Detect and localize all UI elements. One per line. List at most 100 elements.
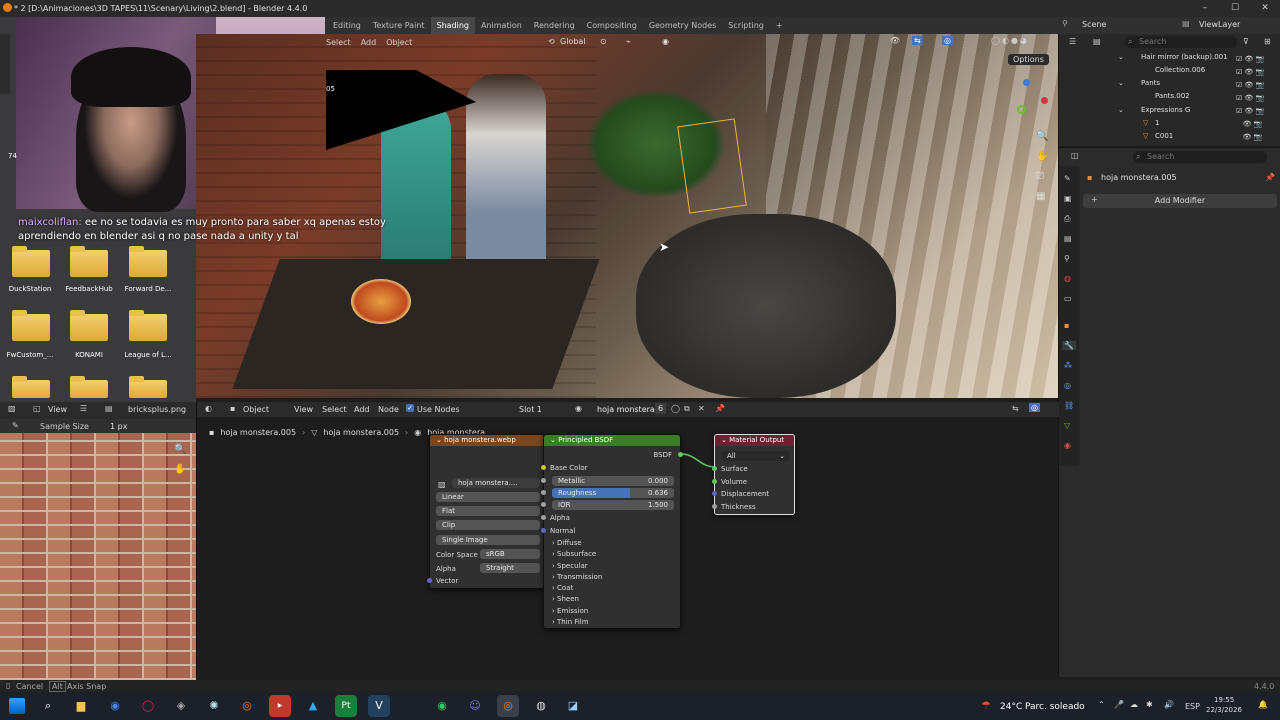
folder-icon[interactable] <box>12 246 50 277</box>
minimize-button[interactable]: – <box>1190 0 1220 17</box>
blender-active-icon[interactable]: ◎ <box>497 695 519 717</box>
particles-tab-icon[interactable]: ⁂ <box>1064 361 1072 370</box>
tab-geometry-nodes[interactable]: Geometry Nodes <box>643 17 722 34</box>
clock-date[interactable]: 22/3/2026 <box>1206 706 1242 714</box>
folder-icon[interactable] <box>129 246 167 277</box>
tab-editing[interactable]: Editing <box>327 17 367 34</box>
output-target-dropdown[interactable]: All ⌄ <box>721 451 789 461</box>
material-output-node[interactable]: ⌄ Material Output All ⌄ Surface Volume Di… <box>712 434 795 515</box>
alpha-socket[interactable] <box>541 515 546 520</box>
snap-icon[interactable]: ⌁ <box>626 37 631 46</box>
onedrive-icon[interactable]: ☁ <box>1130 700 1138 709</box>
tab-animation[interactable]: Animation <box>475 17 528 34</box>
outliner-visibility-toggles[interactable]: ☑ 👁 📷 ☑ 👁 📷 ☑ 👁 📷 ☑ 👁 📷 ☑ 👁 📷 👁 📷 👁 📷 <box>1236 53 1276 143</box>
image-node-header[interactable]: ⌄ hoja monstera.webp <box>430 435 544 446</box>
close-button[interactable]: ✕ <box>1250 0 1280 17</box>
menu-icon[interactable]: ☰ <box>80 404 87 413</box>
maximize-button[interactable]: ☐ <box>1220 0 1250 17</box>
panel-emission[interactable]: › Emission <box>552 607 588 615</box>
projection-dropdown[interactable]: Flat <box>436 506 540 516</box>
modifier-tab-icon[interactable]: 🔧 <box>1062 341 1076 350</box>
ior-socket[interactable] <box>541 502 546 507</box>
weather-temp[interactable]: 24°C <box>1000 702 1022 712</box>
panel-thin-film[interactable]: › Thin Film <box>552 618 589 626</box>
expand-arrow-icon[interactable]: ⌄ <box>1118 53 1124 61</box>
clock-time[interactable]: 19:55 <box>1214 696 1234 704</box>
alpha-mode-dropdown[interactable]: Straight <box>480 563 540 573</box>
folder-icon[interactable] <box>70 376 108 398</box>
base-color-socket[interactable] <box>541 465 546 470</box>
bsdf-node-header[interactable]: ⌄ Principled BSDF <box>544 435 680 446</box>
zoom-icon[interactable]: 🔍 <box>1036 131 1048 142</box>
selected-leaf-outline[interactable] <box>677 118 747 214</box>
desktop-folder-label[interactable]: Forward De... <box>113 285 183 293</box>
outliner-display-icon[interactable]: ▤ <box>1093 37 1101 46</box>
node-overlay-icon[interactable]: ◎ <box>1029 403 1040 412</box>
scene-tab-icon[interactable]: ⚲ <box>1064 254 1070 263</box>
node-view-menu[interactable]: View <box>294 405 313 414</box>
metallic-socket[interactable] <box>541 478 546 483</box>
color-space-dropdown[interactable]: sRGB <box>480 549 540 559</box>
material-tab-icon[interactable]: ◉ <box>1064 441 1071 450</box>
panel-specular[interactable]: › Specular <box>552 562 588 570</box>
gizmo-toggle-icon[interactable]: ⇆ <box>912 36 923 45</box>
y-axis-icon[interactable] <box>1017 105 1026 114</box>
pin-icon[interactable]: 📌 <box>715 404 725 413</box>
outliner-editor-icon[interactable]: ☰ <box>1069 37 1076 46</box>
search-icon[interactable]: ⌕ <box>37 695 59 717</box>
chrome-icon[interactable]: ◉ <box>104 695 126 717</box>
visual-studio-icon[interactable]: V <box>368 695 390 717</box>
duplicate-material-icon[interactable]: ⧉ <box>684 404 690 414</box>
file-explorer-icon[interactable]: ▆ <box>70 695 92 717</box>
image-datablock-field[interactable]: hoja monstera.... <box>452 478 540 488</box>
photoshop-icon[interactable]: ▲ <box>302 695 324 717</box>
outliner-row[interactable]: Expressions G <box>1141 106 1190 114</box>
overlay-toggle-icon[interactable]: ◎ <box>942 36 953 45</box>
filter-icon[interactable]: ⊽ <box>1243 37 1249 46</box>
pan-hand-icon[interactable]: ✋ <box>174 464 186 475</box>
shader-editor-icon[interactable]: ◐ <box>205 404 212 413</box>
app-icon[interactable]: ✺ <box>203 695 225 717</box>
tab-compositing[interactable]: Compositing <box>581 17 643 34</box>
pan-hand-icon[interactable]: ✋ <box>1036 151 1048 162</box>
tool-tab-icon[interactable]: ✎ <box>1064 174 1071 183</box>
outliner-row[interactable]: Pants.002 <box>1155 92 1190 100</box>
properties-editor-icon[interactable]: ◫ <box>1071 151 1079 160</box>
speaker-icon[interactable]: 🔊 <box>1164 700 1174 709</box>
tab-texture-paint[interactable]: Texture Paint <box>367 17 431 34</box>
material-name[interactable]: hoja monstera <box>597 405 655 414</box>
node-gizmo-icon[interactable]: ⇆ <box>1012 404 1019 413</box>
image-browse-icon[interactable]: ▨ <box>438 480 446 489</box>
navigation-gizmo[interactable] <box>1001 79 1051 129</box>
shader-type-dropdown[interactable]: Object <box>243 405 269 414</box>
tab-shading[interactable]: Shading <box>430 17 475 34</box>
node-select-menu[interactable]: Select <box>322 405 347 414</box>
spotify-icon[interactable]: ◉ <box>431 695 453 717</box>
viewport-select-menu[interactable]: Select <box>326 38 351 47</box>
new-collection-icon[interactable]: ⊞ <box>1264 37 1271 46</box>
tab-scripting[interactable]: Scripting <box>722 17 770 34</box>
panel-sheen[interactable]: › Sheen <box>552 595 579 603</box>
viewport-object-menu[interactable]: Object <box>386 38 412 47</box>
sample-size-value[interactable]: 1 px <box>110 422 127 431</box>
properties-search-input[interactable]: Search <box>1133 151 1267 163</box>
principled-bsdf-node[interactable]: ⌄ Principled BSDF BSDF Base Color Metall… <box>541 434 683 629</box>
constraints-tab-icon[interactable]: ⛓ <box>1064 401 1074 410</box>
tab-rendering[interactable]: Rendering <box>528 17 581 34</box>
start-menu-icon[interactable] <box>9 698 25 714</box>
panel-transmission[interactable]: › Transmission <box>552 573 602 581</box>
language-indicator[interactable]: ESP <box>1185 702 1200 711</box>
discord-icon[interactable]: ☺ <box>464 695 486 717</box>
fake-user-icon[interactable]: ◯ <box>671 404 680 413</box>
outliner-search-input[interactable]: Search <box>1125 36 1237 48</box>
bsdf-output-socket[interactable] <box>678 452 683 457</box>
expand-arrow-icon[interactable]: ⌄ <box>1118 106 1124 114</box>
folder-icon[interactable] <box>70 246 108 277</box>
unlink-material-icon[interactable]: ✕ <box>698 404 705 413</box>
options-dropdown[interactable]: Options <box>1008 54 1049 65</box>
output-tab-icon[interactable]: ⎙ <box>1064 214 1070 224</box>
render-tab-icon[interactable]: ▣ <box>1064 194 1072 203</box>
object-tab-icon[interactable]: ▪ <box>1064 321 1069 330</box>
weather-text[interactable]: Parc. soleado <box>1025 702 1085 712</box>
app-icon-2[interactable]: ◪ <box>562 695 584 717</box>
